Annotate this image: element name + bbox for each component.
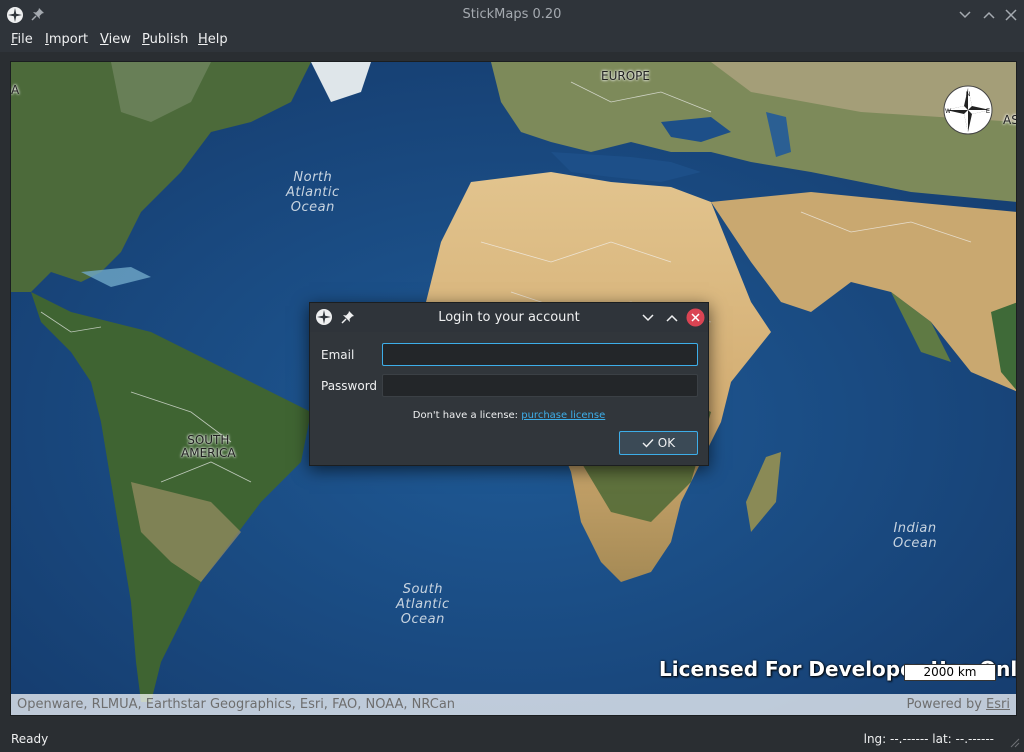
minimize-chevron-icon[interactable] (956, 6, 974, 24)
window-title: StickMaps 0.20 (462, 7, 562, 22)
email-field[interactable] (382, 343, 698, 366)
esri-link[interactable]: Esri (986, 697, 1010, 712)
dialog-titlebar[interactable]: Login to your account (310, 303, 708, 332)
check-icon (642, 439, 654, 448)
powered-by: Powered by Esri (906, 697, 1010, 712)
map-label-north-atlantic: North Atlantic Ocean (286, 170, 340, 215)
status-bar: Ready lng: --.------ lat: --.------ (0, 728, 1024, 752)
map-label-asia-fragment: AS (1003, 113, 1016, 127)
compass-rose-icon[interactable]: N W E (942, 84, 994, 136)
window-titlebar[interactable]: StickMaps 0.20 (0, 0, 1024, 30)
map-label-south-america: SOUTH AMERICA (181, 433, 236, 460)
compass-e: E (986, 109, 990, 115)
dialog-maximize-icon[interactable] (663, 309, 681, 327)
compass-n: N (966, 92, 970, 98)
compass-w: W (945, 109, 951, 115)
map-label-south-atlantic: South Atlantic Ocean (396, 582, 450, 627)
attribution-bar: Openware, RLMUA, Earthstar Geographics, … (11, 694, 1016, 715)
ok-button[interactable]: OK (619, 431, 698, 455)
dialog-close-icon[interactable] (686, 308, 705, 327)
purchase-license-link[interactable]: purchase license (521, 410, 605, 421)
maximize-chevron-icon[interactable] (980, 6, 998, 24)
map-label-indian-ocean: Indian Ocean (893, 521, 938, 551)
map-label-west-fragment: A (11, 83, 20, 97)
dialog-minimize-icon[interactable] (639, 309, 657, 327)
menu-import[interactable]: Import (45, 32, 88, 47)
resize-grip-icon[interactable] (1008, 736, 1020, 748)
menu-view[interactable]: View (100, 32, 131, 47)
scale-bar: 2000 km (904, 664, 996, 681)
menu-bar: File Import View Publish Help (0, 30, 1024, 52)
menu-publish[interactable]: Publish (142, 32, 188, 47)
menu-help[interactable]: Help (198, 32, 228, 47)
password-label: Password (321, 379, 378, 393)
email-label: Email (321, 348, 355, 362)
close-icon[interactable] (1002, 6, 1020, 24)
login-dialog: Login to your account Email Password Don… (309, 302, 709, 466)
attribution-text: Openware, RLMUA, Earthstar Geographics, … (17, 697, 456, 712)
coordinates-readout: lng: --.------ lat: --.------ (863, 732, 994, 746)
menu-file[interactable]: File (11, 32, 33, 47)
password-field[interactable] (382, 374, 698, 397)
map-label-europe: EUROPE (601, 69, 650, 83)
license-prompt: Don't have a license: purchase license (412, 410, 606, 421)
status-text: Ready (11, 732, 49, 746)
